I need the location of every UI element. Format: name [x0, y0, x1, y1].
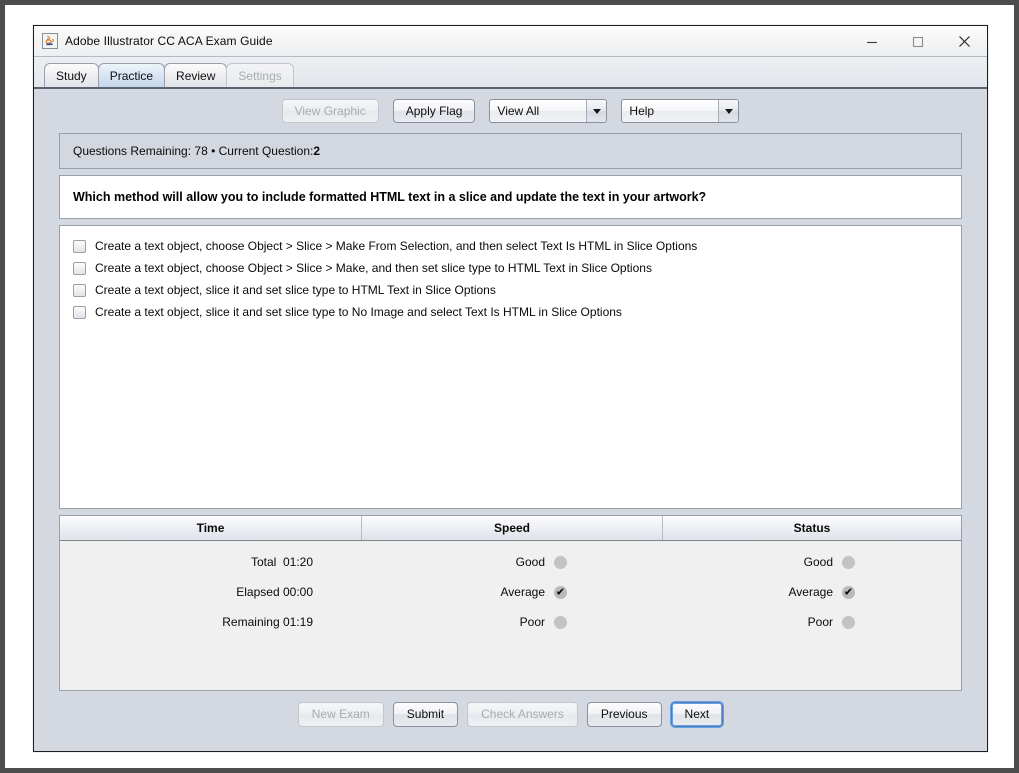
time-remaining-value: Remaining 01:19	[222, 615, 313, 629]
time-elapsed-value: Elapsed 00:00	[236, 585, 313, 599]
answer-option[interactable]: Create a text object, slice it and set s…	[73, 301, 961, 323]
column-header-status[interactable]: Status	[663, 516, 961, 540]
speed-good-label: Good	[515, 555, 545, 569]
answer-checkbox[interactable]	[73, 239, 86, 253]
questions-remaining-label: Questions Remaining: 78 • Current Questi…	[73, 144, 314, 158]
answer-label: Create a text object, choose Object > Sl…	[95, 261, 652, 275]
status-poor-option[interactable]: Poor	[663, 615, 961, 629]
tab-review[interactable]: Review	[164, 63, 228, 87]
answer-checkbox[interactable]	[73, 283, 86, 297]
answer-options-panel: Create a text object, choose Object > Sl…	[59, 225, 962, 509]
submit-button[interactable]: Submit	[392, 701, 459, 727]
close-button[interactable]	[941, 27, 987, 57]
window-title-bar: Adobe Illustrator CC ACA Exam Guide	[34, 26, 987, 57]
tab-practice[interactable]: Practice	[97, 63, 166, 87]
tab-settings-label: Settings	[238, 68, 282, 83]
answer-label: Create a text object, slice it and set s…	[95, 305, 622, 319]
speed-good-option[interactable]: Good	[362, 555, 663, 569]
column-header-time[interactable]: Time	[60, 516, 362, 540]
previous-button[interactable]: Previous	[586, 701, 662, 727]
apply-flag-label: Apply Flag	[405, 104, 463, 118]
answer-option[interactable]: Create a text object, choose Object > Sl…	[73, 257, 961, 279]
answer-checkbox[interactable]	[73, 261, 86, 275]
status-good-option[interactable]: Good	[663, 555, 961, 569]
chevron-down-icon	[718, 100, 739, 122]
speed-poor-option[interactable]: Poor	[362, 615, 663, 629]
answer-label: Create a text object, slice it and set s…	[95, 283, 496, 297]
new-exam-button: New Exam	[297, 701, 384, 727]
minimize-button[interactable]	[849, 27, 895, 57]
answer-option[interactable]: Create a text object, choose Object > Sl…	[73, 235, 961, 257]
speed-average-indicator[interactable]	[554, 585, 567, 599]
time-total-value: Total 01:20	[250, 555, 313, 569]
status-good-indicator[interactable]	[842, 555, 855, 569]
statistics-body: Total 01:20 Good Good Elapsed 00:00 Aver…	[60, 541, 961, 690]
help-dropdown[interactable]: Help	[621, 99, 740, 123]
window-controls	[849, 26, 987, 57]
speed-good-indicator[interactable]	[554, 555, 567, 569]
apply-flag-button[interactable]: Apply Flag	[392, 99, 476, 123]
tab-practice-label: Practice	[109, 68, 154, 83]
content-area: Questions Remaining: 78 • Current Questi…	[59, 133, 962, 691]
tab-review-label: Review	[176, 68, 216, 83]
next-button[interactable]: Next	[670, 701, 724, 727]
view-graphic-label: View Graphic	[294, 104, 366, 118]
table-row: Elapsed 00:00 Average Average	[60, 577, 961, 607]
speed-poor-label: Poor	[519, 615, 545, 629]
view-filter-value: View All	[497, 104, 540, 118]
chevron-down-icon	[586, 100, 607, 122]
view-graphic-button: View Graphic	[281, 99, 379, 123]
view-filter-dropdown[interactable]: View All	[489, 99, 608, 123]
status-good-label: Good	[803, 555, 833, 569]
answer-checkbox[interactable]	[73, 305, 86, 319]
submit-label: Submit	[406, 707, 445, 721]
practice-panel: View Graphic Apply Flag View All Help Qu…	[34, 89, 987, 751]
previous-label: Previous	[600, 707, 648, 721]
question-text: Which method will allow you to include f…	[73, 190, 707, 204]
speed-average-label: Average	[500, 585, 545, 599]
tab-settings: Settings	[226, 63, 294, 87]
navigation-button-bar: New Exam Submit Check Answers Previous N…	[34, 691, 987, 737]
current-question-number: 2	[313, 144, 321, 158]
column-header-speed[interactable]: Speed	[362, 516, 663, 540]
question-status-bar: Questions Remaining: 78 • Current Questi…	[59, 133, 962, 169]
status-average-indicator[interactable]	[842, 585, 855, 599]
status-average-label: Average	[788, 585, 833, 599]
table-row: Remaining 01:19 Poor Poor	[60, 607, 961, 637]
application-window: Adobe Illustrator CC ACA Exam Guide Stud…	[33, 25, 988, 752]
tab-study[interactable]: Study	[44, 63, 99, 87]
answer-label: Create a text object, choose Object > Sl…	[95, 239, 698, 253]
tab-bar: Study Practice Review Settings	[34, 57, 987, 89]
practice-toolbar: View Graphic Apply Flag View All Help	[34, 89, 987, 133]
status-poor-label: Poor	[807, 615, 833, 629]
tab-study-label: Study	[56, 68, 87, 83]
check-answers-label: Check Answers	[481, 707, 564, 721]
question-panel: Which method will allow you to include f…	[59, 175, 962, 219]
window-title: Adobe Illustrator CC ACA Exam Guide	[65, 34, 273, 48]
statistics-panel: Time Speed Status Total 01:20 Good Good …	[59, 515, 962, 691]
answer-option[interactable]: Create a text object, slice it and set s…	[73, 279, 961, 301]
maximize-button[interactable]	[895, 27, 941, 57]
check-answers-button: Check Answers	[467, 701, 578, 727]
java-coffee-cup-icon	[42, 33, 58, 49]
status-poor-indicator[interactable]	[842, 615, 855, 629]
statistics-header-row: Time Speed Status	[60, 516, 961, 541]
next-label: Next	[684, 707, 710, 721]
speed-average-option[interactable]: Average	[362, 585, 663, 599]
desktop-background: Adobe Illustrator CC ACA Exam Guide Stud…	[0, 0, 1019, 773]
status-average-option[interactable]: Average	[663, 585, 961, 599]
table-row: Total 01:20 Good Good	[60, 547, 961, 577]
speed-poor-indicator[interactable]	[554, 615, 567, 629]
new-exam-label: New Exam	[311, 707, 370, 721]
help-dropdown-value: Help	[629, 104, 655, 118]
